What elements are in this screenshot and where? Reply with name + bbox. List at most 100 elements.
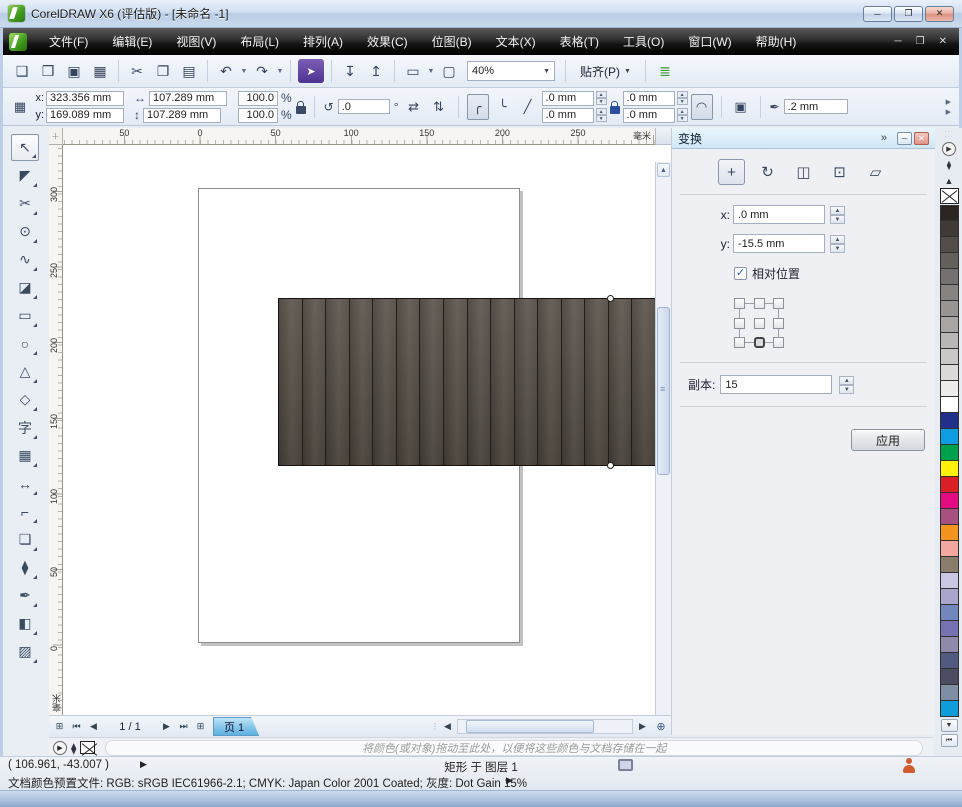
- lock-ratio-icon[interactable]: [296, 106, 306, 114]
- print-button[interactable]: ▦: [87, 59, 113, 83]
- pick-tool[interactable]: ↖: [11, 134, 39, 161]
- color-swatch[interactable]: [940, 365, 959, 381]
- menu-item-l[interactable]: 布局(L): [228, 29, 291, 54]
- anchor-point-selector[interactable]: [734, 298, 784, 348]
- color-swatch[interactable]: [940, 301, 959, 317]
- add-page-before-button[interactable]: ⊞: [51, 718, 68, 736]
- fullscreen-preview-button[interactable]: ▭: [400, 59, 426, 83]
- page-tab[interactable]: 页 1: [213, 717, 259, 736]
- object-height-input[interactable]: 107.289 mm: [143, 108, 221, 123]
- horizontal-scroll-thumb[interactable]: [466, 720, 594, 733]
- mirror-horizontal-button[interactable]: ⇄: [403, 94, 425, 120]
- undo-button[interactable]: ↶: [213, 59, 239, 83]
- tray-no-color-swatch[interactable]: [80, 741, 95, 754]
- spinner[interactable]: ▲▼: [830, 235, 845, 253]
- rectangle-copy[interactable]: [420, 299, 444, 465]
- transform-size-button[interactable]: ⊡: [826, 159, 853, 185]
- scroll-left-icon[interactable]: ◀: [439, 718, 456, 736]
- polygon-tool[interactable]: △: [11, 358, 39, 385]
- import-button[interactable]: ↧: [337, 59, 363, 83]
- ruler-corner-button[interactable]: [655, 128, 671, 145]
- interactive-fill-tool[interactable]: ▨: [11, 638, 39, 665]
- rectangle-copy[interactable]: [350, 299, 374, 465]
- next-page-button[interactable]: ▶: [158, 718, 175, 736]
- new-document-button[interactable]: ❑: [9, 59, 35, 83]
- anchor-point[interactable]: [734, 337, 745, 348]
- spinner[interactable]: ▲▼: [596, 108, 607, 122]
- transform-position-button[interactable]: +: [718, 159, 745, 185]
- color-swatch[interactable]: [940, 237, 959, 253]
- color-proof-icon[interactable]: [618, 759, 633, 771]
- outline-width-combo[interactable]: .2 mm: [784, 99, 848, 114]
- no-color-swatch[interactable]: [940, 188, 959, 204]
- color-swatch[interactable]: [940, 509, 959, 525]
- corner-radius-4-input[interactable]: .0 mm: [623, 108, 675, 123]
- rectangle-copy[interactable]: [585, 299, 609, 465]
- rotation-angle-input[interactable]: .0: [338, 99, 390, 114]
- cut-button[interactable]: ✂: [124, 59, 150, 83]
- relative-corner-scaling-button[interactable]: ◠: [691, 94, 713, 120]
- crop-tool[interactable]: ✂: [11, 190, 39, 217]
- transform-scale-mirror-button[interactable]: ◫: [790, 159, 817, 185]
- rectangle-tool[interactable]: ▭: [11, 302, 39, 329]
- scrollbar-splitter[interactable]: ⋮: [431, 722, 439, 731]
- previous-page-button[interactable]: ◀: [85, 718, 102, 736]
- wrap-text-button[interactable]: ▣: [730, 94, 752, 120]
- horizontal-ruler[interactable]: 毫米 50050100150200250: [63, 128, 655, 145]
- text-tool[interactable]: 字: [11, 414, 39, 441]
- color-swatch[interactable]: [940, 429, 959, 445]
- horizontal-scrollbar[interactable]: [457, 719, 633, 734]
- ruler-origin-button[interactable]: ＋: [49, 128, 63, 145]
- anchor-point-selected[interactable]: [754, 337, 765, 348]
- anchor-point[interactable]: [754, 298, 765, 309]
- shape-tool[interactable]: ◤: [11, 162, 39, 189]
- corner-radius-2-input[interactable]: .0 mm: [542, 108, 594, 123]
- chamfered-corner-button[interactable]: ╱: [517, 94, 539, 120]
- transform-y-input[interactable]: -15.5 mm: [733, 234, 825, 253]
- object-y-input[interactable]: 169.089 mm: [46, 108, 124, 123]
- rectangle-copy[interactable]: [303, 299, 327, 465]
- color-swatch[interactable]: [940, 397, 959, 413]
- scroll-right-icon[interactable]: ▶: [634, 718, 651, 736]
- zoom-level-combo[interactable]: 40% ▼: [467, 61, 555, 81]
- blend-tool[interactable]: ❏: [11, 526, 39, 553]
- selection-node-top[interactable]: [607, 295, 614, 302]
- anchor-point[interactable]: [734, 298, 745, 309]
- membership-icon[interactable]: [901, 758, 916, 773]
- rectangle-copy[interactable]: [538, 299, 562, 465]
- connector-tool[interactable]: ⌐: [11, 498, 39, 525]
- anchor-point[interactable]: [773, 337, 784, 348]
- first-page-button[interactable]: ⏮: [68, 718, 85, 736]
- color-swatch[interactable]: [940, 253, 959, 269]
- color-swatch[interactable]: [940, 269, 959, 285]
- restore-button[interactable]: ❐: [894, 6, 923, 22]
- rectangle-copy[interactable]: [279, 299, 303, 465]
- basic-shapes-tool[interactable]: ◇: [11, 386, 39, 413]
- object-x-input[interactable]: 323.356 mm: [46, 91, 124, 106]
- menu-item-f[interactable]: 文件(F): [37, 29, 100, 54]
- last-page-button[interactable]: ⏭: [175, 718, 192, 736]
- object-width-input[interactable]: 107.289 mm: [149, 91, 227, 106]
- color-swatch[interactable]: [940, 685, 959, 701]
- palette-expand-button[interactable]: ⏮: [941, 734, 958, 747]
- color-swatch[interactable]: [940, 573, 959, 589]
- rectangle-copy[interactable]: [326, 299, 350, 465]
- anchor-point[interactable]: [754, 318, 765, 329]
- freehand-tool[interactable]: ∿: [11, 246, 39, 273]
- fullscreen-preview-button-dropdown[interactable]: ▼: [426, 59, 436, 83]
- lock-corners-icon[interactable]: [610, 106, 620, 114]
- color-swatch[interactable]: [940, 461, 959, 477]
- color-swatch[interactable]: [940, 605, 959, 621]
- round-corner-button[interactable]: ╭: [467, 94, 489, 120]
- color-swatch[interactable]: [940, 525, 959, 541]
- color-swatch[interactable]: [940, 701, 959, 717]
- save-button[interactable]: ▣: [61, 59, 87, 83]
- outline-pen-tool[interactable]: ✒: [11, 582, 39, 609]
- spinner[interactable]: ▲▼: [839, 376, 854, 394]
- selected-rectangle-group[interactable]: [278, 298, 655, 466]
- spinner[interactable]: ▲▼: [596, 91, 607, 105]
- rectangle-copy[interactable]: [609, 299, 633, 465]
- color-swatch[interactable]: [940, 541, 959, 557]
- color-swatch[interactable]: [940, 381, 959, 397]
- menu-item-o[interactable]: 工具(O): [611, 29, 676, 54]
